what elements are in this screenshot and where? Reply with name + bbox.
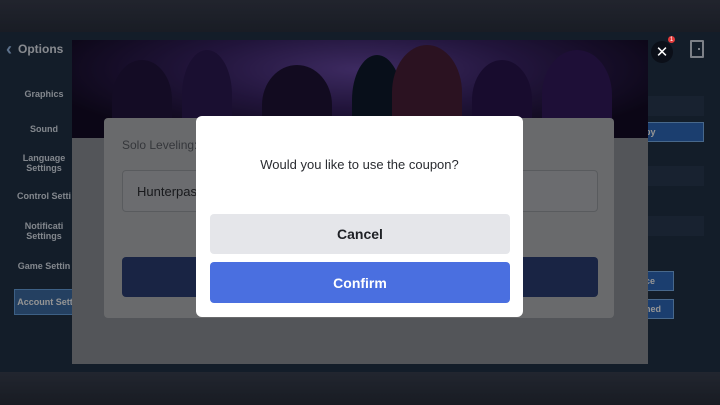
- confirm-dialog: Would you like to use the coupon? Cancel…: [196, 116, 523, 317]
- dialog-message: Would you like to use the coupon?: [260, 157, 459, 172]
- notification-badge: 1: [668, 36, 675, 43]
- confirm-button[interactable]: Confirm: [210, 262, 510, 303]
- close-icon[interactable]: ✕: [651, 41, 673, 63]
- cancel-button[interactable]: Cancel: [210, 214, 510, 254]
